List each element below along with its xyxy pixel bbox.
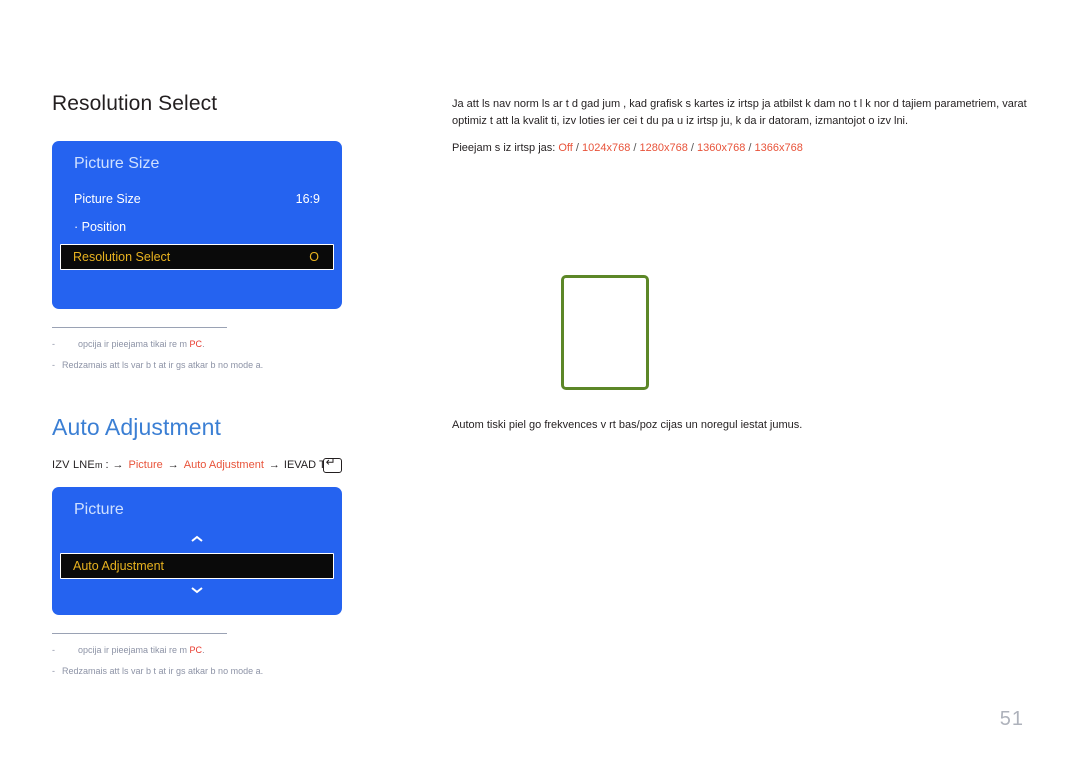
osd-bottom-spacer bbox=[52, 601, 342, 615]
osd-bottom-spacer bbox=[52, 273, 342, 309]
available-resolutions-options: Off / 1024x768 / 1280x768 / 1360x768 / 1… bbox=[558, 142, 802, 154]
osd-row-auto-adjustment[interactable]: Auto Adjustment bbox=[60, 552, 334, 579]
footnote-dash: - bbox=[52, 644, 55, 655]
page-number: 51 bbox=[999, 708, 1024, 730]
osd-row-value: O bbox=[309, 249, 319, 264]
osd-row-label: · Position bbox=[74, 219, 127, 234]
osd-title: Picture Size bbox=[74, 155, 160, 173]
osd-title: Picture bbox=[74, 500, 124, 518]
description-line-1: Ja att ls nav norm ls ar t d gad jum , k… bbox=[452, 98, 1027, 110]
auto-adjustment-caption: Autom tiski piel go frekvences v rt bas/… bbox=[452, 419, 803, 431]
footnote-dash: - bbox=[52, 360, 55, 371]
breadcrumb-prefix: IZV LNE bbox=[52, 459, 95, 472]
illustration-placeholder bbox=[561, 275, 649, 390]
left-column: Resolution Select Picture Size Picture S… bbox=[52, 92, 422, 687]
footnote-divider bbox=[52, 632, 227, 634]
page-title-resolution-select: Resolution Select bbox=[52, 92, 218, 115]
footnote-text: Redzamais att ls var b t at ir gs atkar … bbox=[62, 666, 264, 677]
arrow-icon: → bbox=[167, 459, 179, 472]
osd-row-position[interactable]: · Position bbox=[52, 213, 342, 241]
footnote-divider bbox=[52, 326, 227, 328]
osd-menu-picture-size: Picture Size Picture Size 16:9 · Positio… bbox=[52, 141, 342, 309]
footnote-item: - opcija ir pieejama tikai re m PC. bbox=[52, 338, 342, 352]
osd-row-picture-size[interactable]: Picture Size 16:9 bbox=[52, 185, 342, 213]
osd-menu-picture: Picture Auto Adjustment bbox=[52, 486, 342, 615]
breadcrumb-prefix-tiny: m bbox=[94, 460, 103, 471]
footnote-text: opcija ir pieejama tikai re m PC. bbox=[78, 338, 205, 349]
resolution-option: 1280x768 bbox=[639, 142, 688, 155]
footnote-dash: - bbox=[52, 666, 55, 677]
breadcrumb-item-picture[interactable]: Picture bbox=[129, 459, 163, 471]
available-resolutions-label: Pieejam s iz irtsp jas: bbox=[452, 142, 559, 155]
option-separator: / bbox=[687, 142, 698, 155]
osd-row-label: Picture Size bbox=[74, 191, 141, 206]
footnote-text: Redzamais att ls var b t at ir gs atkar … bbox=[62, 360, 264, 371]
footnotes-resolution-select: - opcija ir pieejama tikai re m PC. - Re… bbox=[52, 326, 342, 373]
osd-row-label: Resolution Select bbox=[73, 249, 171, 264]
breadcrumb: IZV LNE m : → Picture → Auto Adjustment … bbox=[52, 456, 422, 473]
chevron-down-icon[interactable] bbox=[52, 582, 342, 601]
enter-key-icon bbox=[322, 456, 342, 473]
chevron-up-icon[interactable] bbox=[52, 531, 342, 550]
footnote-text: opcija ir pieejama tikai re m PC. bbox=[78, 644, 205, 655]
breadcrumb-item-auto-adjustment[interactable]: Auto Adjustment bbox=[184, 459, 264, 471]
breadcrumb-suffix: IEVAD T bbox=[283, 459, 326, 472]
resolution-option: 1366x768 bbox=[754, 142, 803, 155]
option-separator: / bbox=[572, 142, 583, 155]
osd-row-label: Auto Adjustment bbox=[73, 558, 165, 573]
resolution-option: 1360x768 bbox=[697, 142, 746, 155]
footnote-dash: - bbox=[52, 338, 55, 349]
footnote-accent: PC bbox=[189, 644, 203, 655]
footnote-item: - Redzamais att ls var b t at ir gs atka… bbox=[52, 665, 342, 679]
page-title-auto-adjustment: Auto Adjustment bbox=[52, 413, 221, 440]
osd-row-resolution-select[interactable]: Resolution Select O bbox=[60, 243, 334, 270]
right-column: Ja att ls nav norm ls ar t d gad jum , k… bbox=[452, 96, 1052, 154]
resolution-option: 1024x768 bbox=[582, 142, 631, 155]
breadcrumb-colon: : bbox=[105, 459, 109, 472]
footnote-accent: PC bbox=[189, 338, 203, 349]
description-paragraph: Ja att ls nav norm ls ar t d gad jum , k… bbox=[452, 96, 1052, 130]
arrow-icon: → bbox=[112, 459, 124, 472]
available-resolutions: Pieejam s iz irtsp jas: Off / 1024x768 /… bbox=[452, 142, 1052, 154]
footnote-item: - Redzamais att ls var b t at ir gs atka… bbox=[52, 359, 342, 373]
footnotes-auto-adjustment: - opcija ir pieejama tikai re m PC. - Re… bbox=[52, 632, 342, 679]
arrow-icon: → bbox=[268, 459, 280, 472]
footnote-item: - opcija ir pieejama tikai re m PC. bbox=[52, 644, 342, 658]
resolution-option: Off bbox=[558, 142, 573, 155]
option-separator: / bbox=[630, 142, 640, 155]
description-line-2: optimiz t att la kvalit ti, izv loties i… bbox=[452, 115, 909, 128]
osd-row-value: 16:9 bbox=[295, 191, 320, 206]
option-separator: / bbox=[745, 142, 755, 155]
